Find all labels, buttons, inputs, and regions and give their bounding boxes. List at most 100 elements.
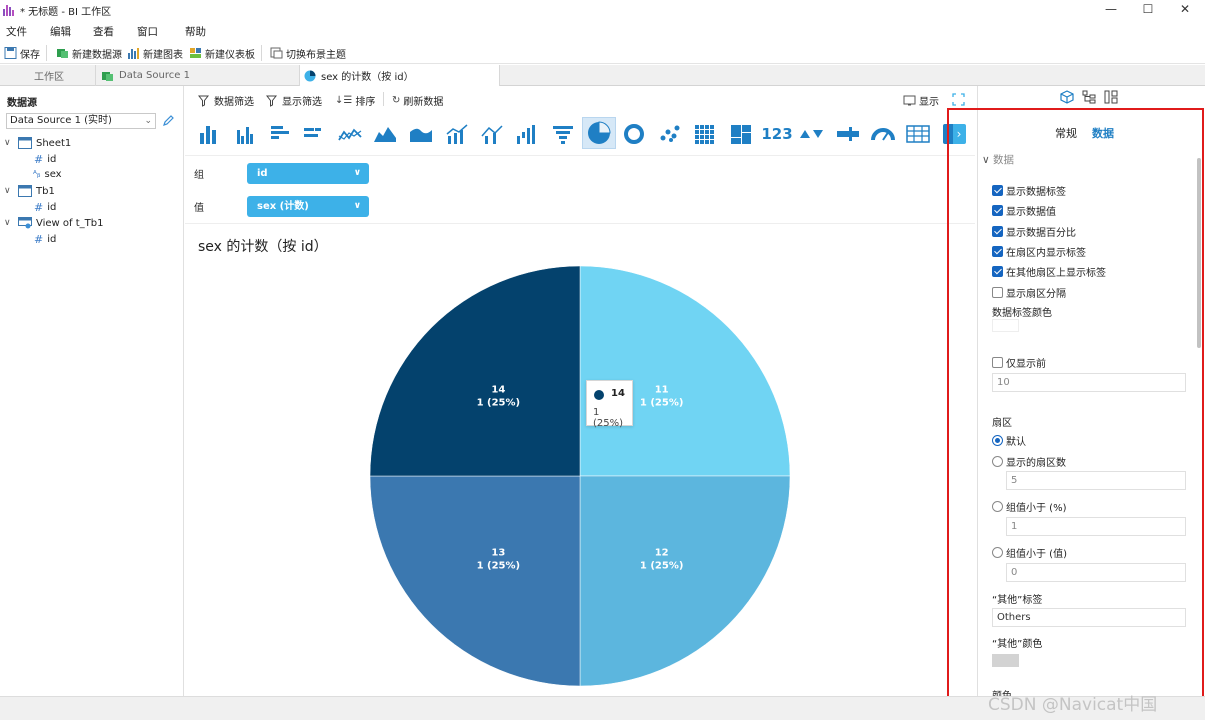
filter-icon [266, 95, 278, 107]
funnel-chart-type[interactable] [548, 120, 578, 148]
pie-slice[interactable] [369, 475, 581, 687]
tab-chart[interactable]: sex 的计数（按 id） [300, 65, 500, 86]
kpi-chart-type[interactable] [797, 120, 827, 148]
gauge-icon [871, 128, 895, 141]
treemap-chart-type[interactable] [726, 120, 756, 148]
save-label: 保存 [20, 49, 40, 61]
menu-help[interactable]: 帮助 [185, 24, 206, 39]
edit-pencil-icon[interactable] [162, 114, 175, 127]
data-source-select[interactable]: Data Source 1 (实时) ⌄ [6, 113, 156, 129]
switch-theme-label: 切换布景主题 [286, 49, 346, 61]
line-bar-chart-type[interactable] [477, 120, 507, 148]
pie-chart-icon [304, 70, 316, 81]
refresh-icon: ↻ [392, 95, 401, 106]
value-chart-type[interactable]: 123 [760, 120, 794, 148]
bar-chart-type[interactable] [193, 120, 223, 148]
slice-value-label: 1 (25%) [640, 561, 684, 572]
area-chart-type[interactable] [370, 120, 400, 148]
display-filter-label: 显示筛选 [282, 97, 322, 108]
tree-item-field[interactable]: # id [34, 201, 56, 214]
tree-item-field[interactable]: # id [34, 233, 56, 246]
grouped-bar-icon [237, 127, 253, 144]
funnel-icon [553, 126, 573, 144]
smooth-area-chart-type[interactable] [406, 120, 436, 148]
tree-item-field[interactable]: ᴬᵦ sex [33, 169, 62, 180]
bullet-icon [837, 127, 859, 141]
data-filter-button[interactable]: 数据筛选 [198, 93, 254, 108]
data-filter-label: 数据筛选 [214, 97, 254, 108]
refresh-button[interactable]: ↻ 刷新数据 [392, 93, 443, 108]
save-button[interactable]: 保存 [4, 45, 40, 61]
close-button[interactable]: ✕ [1166, 0, 1204, 20]
chevron-down-icon: ∨ [353, 168, 361, 178]
show-button[interactable]: 显示 [903, 93, 939, 108]
new-chart-button[interactable]: 新建图表 [127, 45, 183, 61]
layout-icon[interactable] [1104, 90, 1118, 104]
menu-edit[interactable]: 编辑 [50, 24, 71, 39]
pie-slice[interactable] [579, 475, 791, 687]
save-icon [4, 47, 17, 59]
tree-item-field[interactable]: # id [34, 153, 56, 166]
filter-icon [198, 95, 210, 107]
field-assignment: 组 id ∨ 值 sex (计数) ∨ [185, 156, 975, 224]
table-chart-type[interactable] [903, 120, 933, 148]
collapse-icon[interactable]: ∨ [4, 186, 14, 196]
pie-slice[interactable] [369, 265, 581, 477]
menu-file[interactable]: 文件 [6, 24, 27, 39]
waterfall-chart-type[interactable] [512, 120, 542, 148]
menu-window[interactable]: 窗口 [137, 24, 158, 39]
combo-chart-type[interactable] [442, 120, 472, 148]
tree-label: Sheet1 [36, 137, 72, 149]
tree-item-tb1[interactable]: ∨ Tb1 [4, 185, 55, 197]
value-chart-label: 123 [761, 125, 793, 143]
stacked-horizontal-bar-chart-type[interactable] [298, 120, 328, 148]
chevron-down-icon: ∨ [353, 201, 361, 211]
slice-category-label: 14 [491, 384, 505, 395]
line-chart-type[interactable] [335, 120, 365, 148]
new-datasource-button[interactable]: 新建数据源 [56, 45, 122, 61]
doughnut-chart-type[interactable] [619, 120, 649, 148]
watermark: CSDN @Navicat中国 [988, 695, 1158, 715]
tree-label: sex [44, 169, 62, 180]
datasource-icon [57, 49, 68, 58]
heatmap-icon [695, 125, 714, 144]
tree-item-sheet1[interactable]: ∨ Sheet1 [4, 137, 71, 149]
tab-data-source[interactable]: Data Source 1 [96, 65, 300, 86]
pie-chart: 11 1 (25%) 12 1 (25%) 13 1 (25%) 14 1 (25%) [369, 265, 791, 687]
sort-button[interactable]: ↓☰ 排序 [335, 93, 375, 108]
slice-value-label: 1 (25%) [477, 561, 521, 572]
bullet-chart-type[interactable] [833, 120, 863, 148]
fullscreen-icon[interactable] [952, 93, 965, 106]
display-filter-button[interactable]: 显示筛选 [266, 93, 322, 108]
tab-workspace[interactable]: 工作区 [0, 65, 96, 86]
pie-chart-type[interactable] [582, 117, 616, 149]
group-field-select[interactable]: id ∨ [247, 163, 369, 184]
number-field-icon: # [34, 153, 44, 166]
pie-slice[interactable] [579, 265, 791, 477]
line-bar-icon [481, 125, 503, 144]
tooltip-color-swatch [594, 390, 604, 400]
menu-bar: 文件 编辑 查看 窗口 帮助 [0, 20, 1205, 42]
switch-theme-button[interactable]: 切换布景主题 [270, 45, 346, 61]
tree-item-view[interactable]: ∨ View of t_Tb1 [4, 217, 103, 229]
title-bar: * 无标题 - BI 工作区 — ☐ ✕ [0, 0, 1205, 20]
tree-label: View of t_Tb1 [36, 217, 104, 229]
datasource-icon [102, 71, 113, 81]
gauge-chart-type[interactable] [868, 120, 898, 148]
red-highlight-box [947, 108, 1204, 718]
collapse-icon[interactable]: ∨ [4, 218, 14, 228]
horizontal-bar-chart-type[interactable] [265, 120, 295, 148]
minimize-button[interactable]: — [1092, 0, 1130, 20]
maximize-button[interactable]: ☐ [1129, 0, 1167, 20]
scatter-chart-type[interactable] [655, 120, 685, 148]
cube-icon[interactable] [1060, 90, 1074, 104]
hierarchy-icon[interactable] [1082, 90, 1096, 104]
new-dashboard-button[interactable]: 新建仪表板 [189, 45, 255, 61]
menu-view[interactable]: 查看 [93, 24, 114, 39]
value-field-select[interactable]: sex (计数) ∨ [247, 196, 369, 217]
heatmap-chart-type[interactable] [690, 120, 720, 148]
grouped-bar-chart-type[interactable] [229, 120, 259, 148]
collapse-icon[interactable]: ∨ [4, 138, 14, 148]
pie-chart-icon [588, 121, 611, 144]
main-toolbar: 保存 新建数据源 新建图表 新建仪表板 切换布景主题 [0, 42, 1205, 64]
